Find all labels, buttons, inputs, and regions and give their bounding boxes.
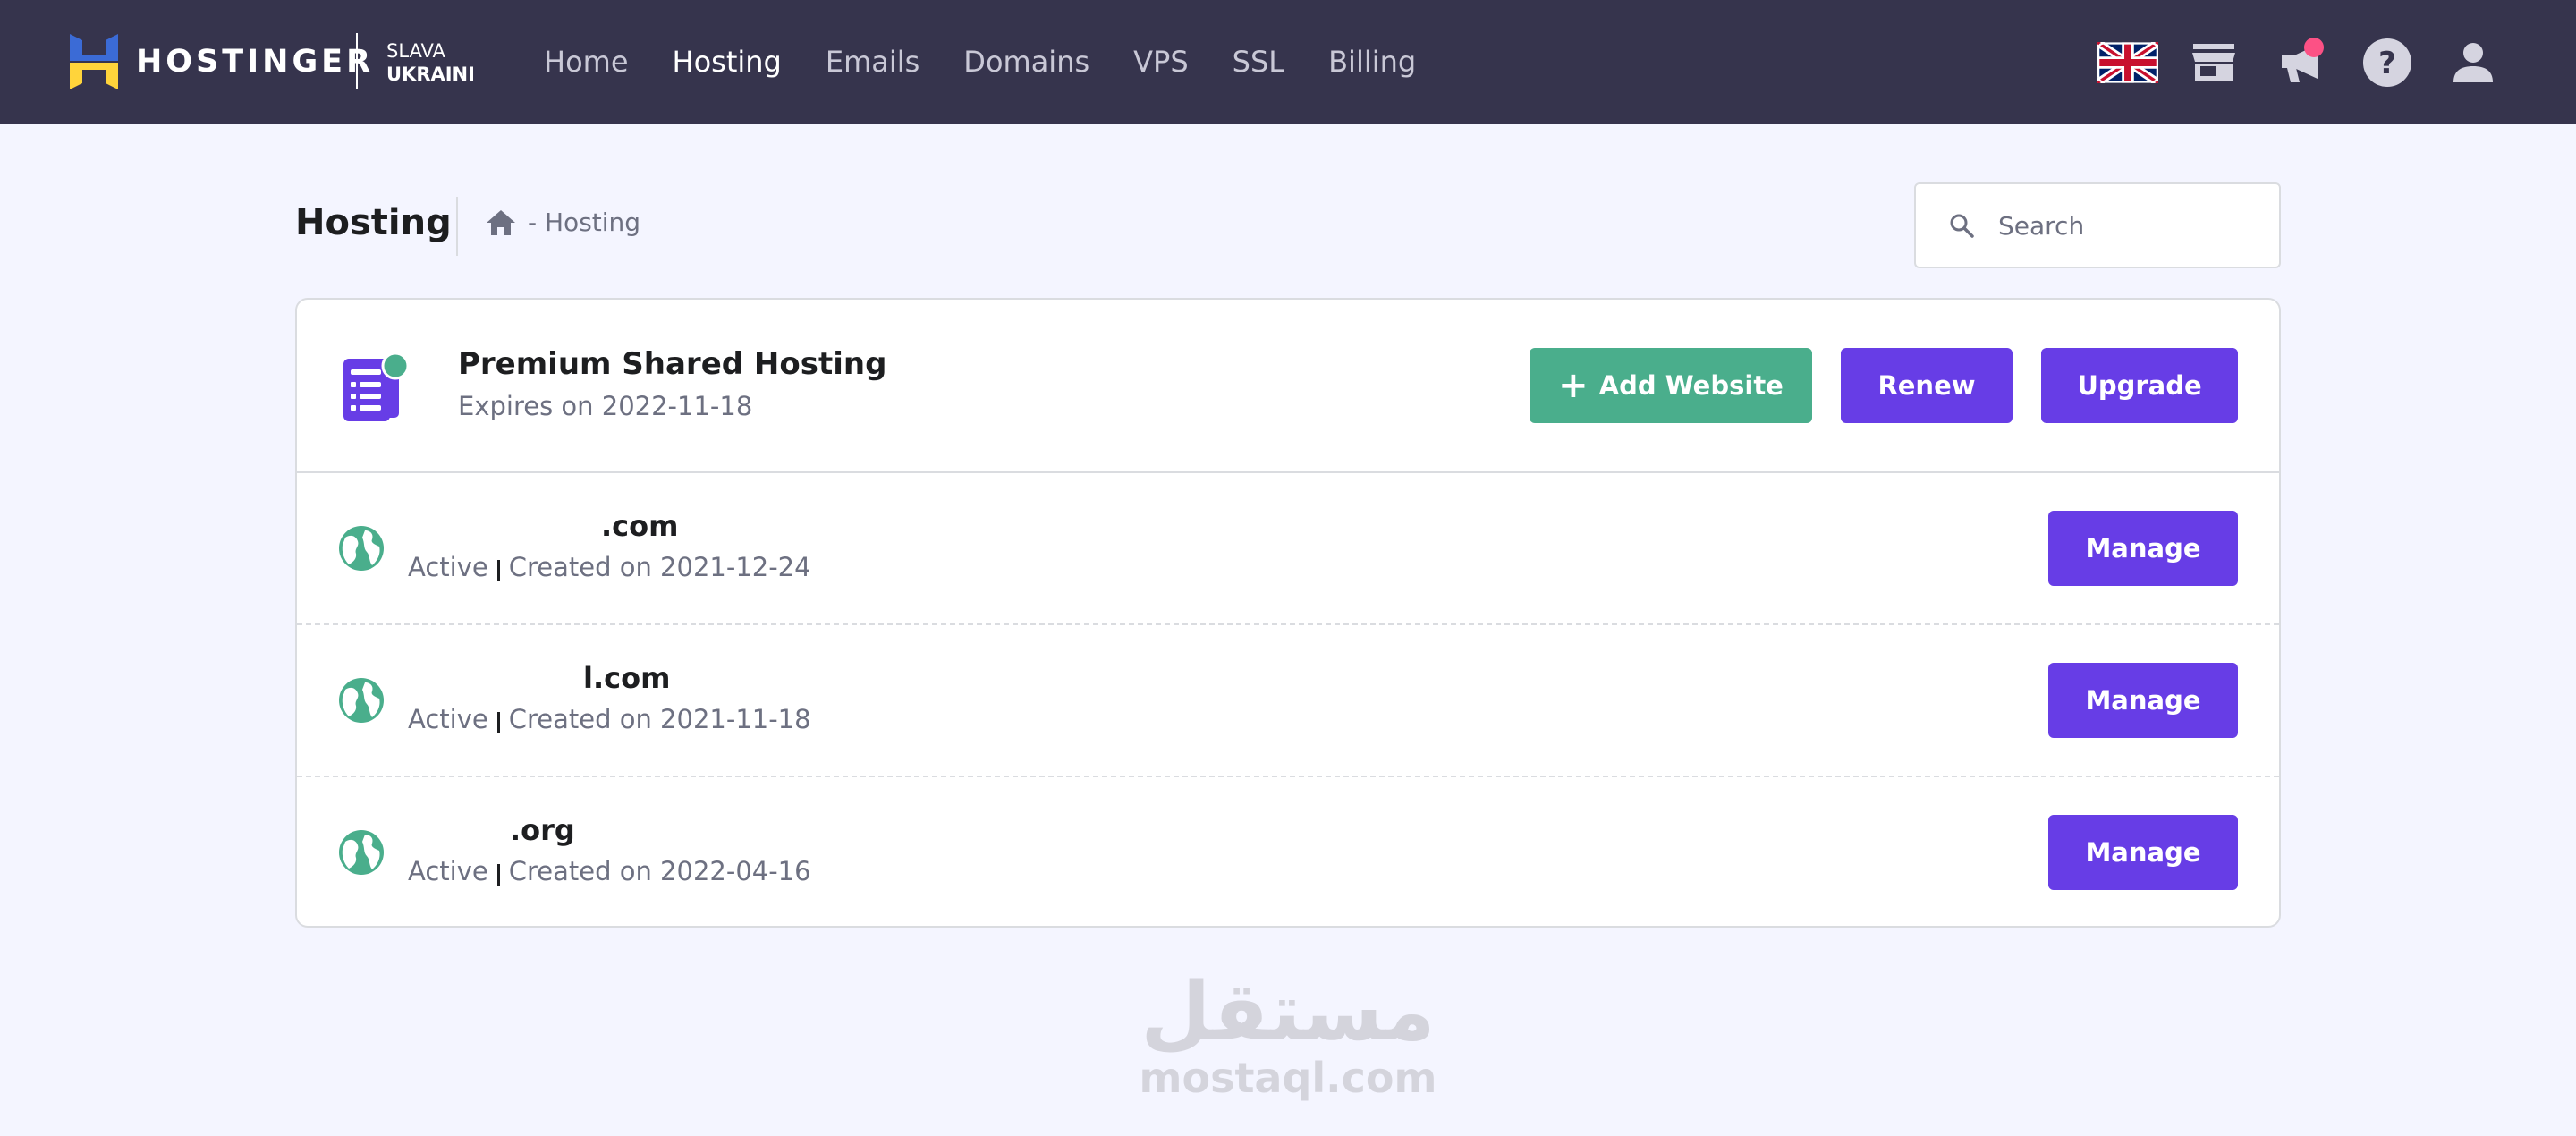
website-domain[interactable]: .org bbox=[510, 813, 575, 847]
website-meta: Active Created on 2021-12-24 bbox=[408, 552, 811, 582]
website-row: .org Active Created on 2022-04-16 Manage bbox=[297, 777, 2279, 929]
website-created: Created on 2021-11-18 bbox=[508, 704, 811, 734]
notification-dot bbox=[2304, 38, 2324, 57]
upgrade-button[interactable]: Upgrade bbox=[2041, 348, 2238, 423]
title-divider bbox=[456, 197, 458, 256]
renew-button[interactable]: Renew bbox=[1841, 348, 2012, 423]
top-navigation-bar: HOSTINGER SLAVA UKRAINI Home Hosting Ema… bbox=[0, 0, 2576, 124]
hosting-plan-card: Premium Shared Hosting Expires on 2022-1… bbox=[295, 298, 2281, 928]
nav-ssl[interactable]: SSL bbox=[1233, 42, 1284, 81]
add-website-button[interactable]: + Add Website bbox=[1530, 348, 1812, 423]
hosting-plan-icon bbox=[343, 352, 410, 421]
help-icon[interactable]: ? bbox=[2356, 34, 2419, 91]
manage-button[interactable]: Manage bbox=[2048, 511, 2238, 586]
slogan-line-1: SLAVA bbox=[386, 40, 445, 62]
plan-name: Premium Shared Hosting bbox=[458, 346, 887, 382]
announcement-icon[interactable] bbox=[2270, 34, 2333, 91]
website-row: .com Active Created on 2021-12-24 Manage bbox=[297, 473, 2279, 625]
search-input[interactable] bbox=[1998, 210, 2267, 241]
hostinger-logo[interactable]: HOSTINGER bbox=[70, 34, 374, 89]
website-meta: Active Created on 2021-11-18 bbox=[408, 704, 811, 734]
website-created: Created on 2022-04-16 bbox=[508, 856, 811, 886]
mostaql-watermark: مستقل mostaql.com bbox=[1136, 965, 1440, 1102]
slava-ukraini-label: SLAVA UKRAINI bbox=[386, 39, 475, 86]
uk-flag-icon[interactable] bbox=[2097, 34, 2159, 91]
top-icons: ? bbox=[2093, 34, 2504, 91]
svg-text:?: ? bbox=[2378, 46, 2396, 81]
plan-expiry: Expires on 2022-11-18 bbox=[458, 391, 753, 421]
store-icon[interactable] bbox=[2182, 34, 2245, 91]
nav-billing[interactable]: Billing bbox=[1328, 42, 1416, 81]
slogan-line-2: UKRAINI bbox=[386, 64, 475, 85]
website-domain[interactable]: .com bbox=[601, 509, 678, 543]
hostinger-logo-icon bbox=[70, 34, 118, 89]
nav-hosting[interactable]: Hosting bbox=[673, 42, 782, 81]
logo-divider bbox=[356, 33, 358, 89]
meta-separator bbox=[496, 560, 500, 581]
user-icon[interactable] bbox=[2442, 34, 2504, 91]
website-domain[interactable]: l.com bbox=[583, 661, 670, 695]
brand-name: HOSTINGER bbox=[136, 44, 375, 80]
website-status: Active bbox=[408, 704, 488, 734]
globe-icon bbox=[339, 526, 384, 571]
website-status: Active bbox=[408, 552, 488, 582]
globe-icon bbox=[339, 678, 384, 723]
manage-button[interactable]: Manage bbox=[2048, 815, 2238, 890]
meta-separator bbox=[496, 864, 500, 886]
manage-button[interactable]: Manage bbox=[2048, 663, 2238, 738]
watermark-latin: mostaql.com bbox=[1139, 1054, 1437, 1102]
breadcrumb: - Hosting bbox=[485, 208, 640, 237]
website-created: Created on 2021-12-24 bbox=[508, 552, 811, 582]
website-meta: Active Created on 2022-04-16 bbox=[408, 856, 811, 886]
watermark-arabic: مستقل bbox=[1140, 965, 1436, 1059]
website-status: Active bbox=[408, 856, 488, 886]
page-title: Hosting bbox=[295, 202, 452, 243]
nav-domains[interactable]: Domains bbox=[963, 42, 1089, 81]
nav-home[interactable]: Home bbox=[544, 42, 629, 81]
nav-emails[interactable]: Emails bbox=[826, 42, 919, 81]
nav-vps[interactable]: VPS bbox=[1133, 42, 1189, 81]
meta-separator bbox=[496, 712, 500, 733]
add-website-label: Add Website bbox=[1598, 370, 1784, 401]
globe-icon bbox=[339, 830, 384, 875]
plus-icon: + bbox=[1558, 365, 1589, 406]
breadcrumb-current: - Hosting bbox=[528, 208, 641, 237]
search-icon bbox=[1950, 214, 1974, 238]
plan-header-row: Premium Shared Hosting Expires on 2022-1… bbox=[297, 300, 2279, 473]
main-nav: Home Hosting Emails Domains VPS SSL Bill… bbox=[544, 42, 1460, 81]
home-icon[interactable] bbox=[485, 208, 517, 237]
website-row: l.com Active Created on 2021-11-18 Manag… bbox=[297, 625, 2279, 777]
search-box[interactable] bbox=[1914, 182, 2281, 268]
